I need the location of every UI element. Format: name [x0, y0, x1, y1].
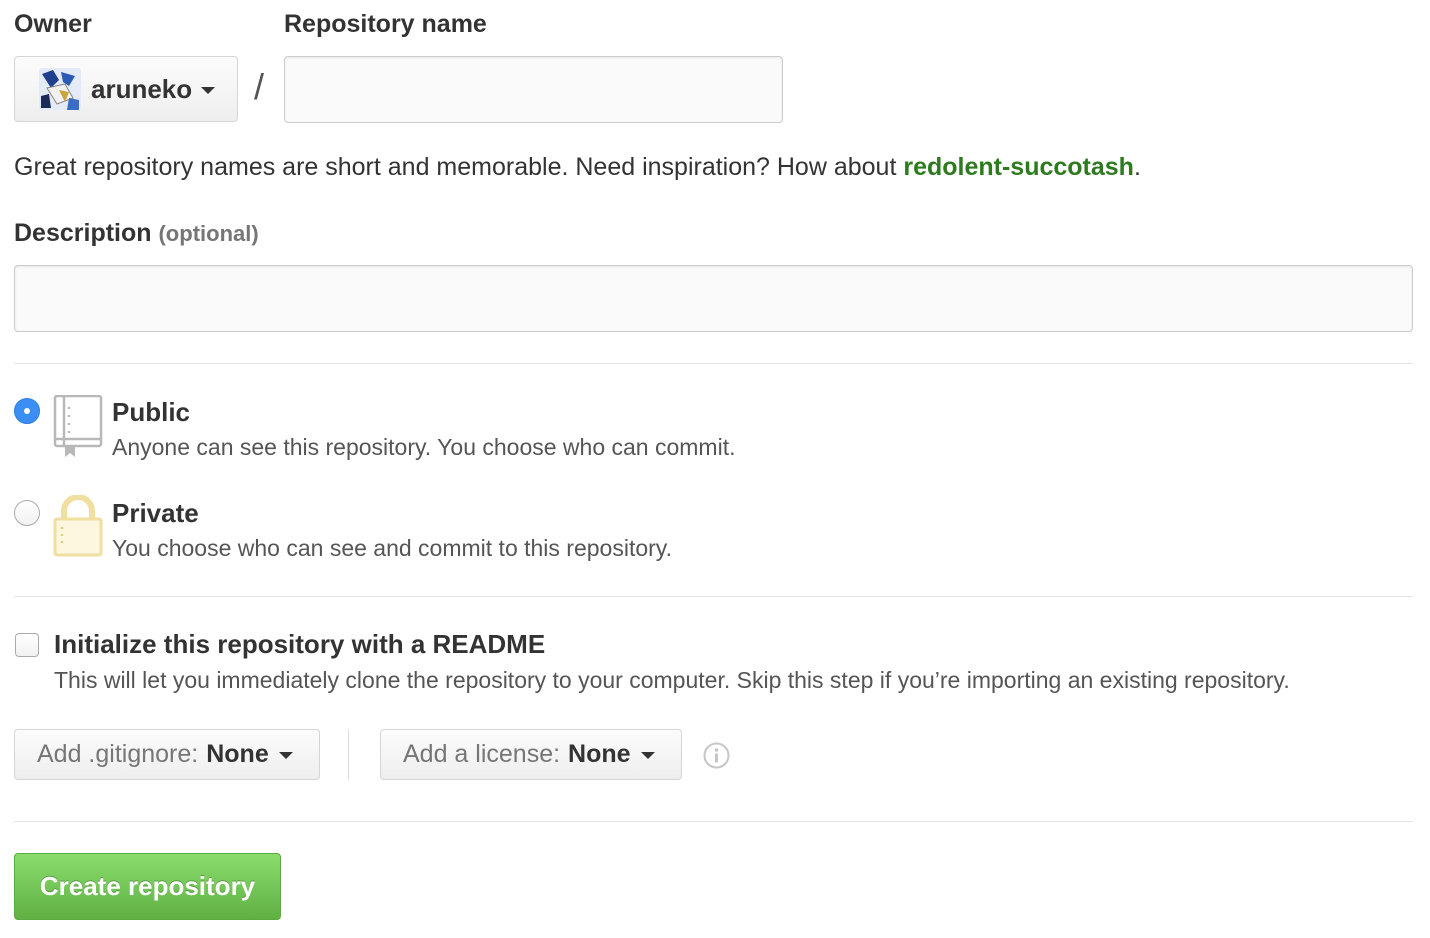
gitignore-label: Add .gitignore: [37, 740, 199, 768]
description-label: Description [14, 219, 152, 247]
hint-suffix: . [1133, 153, 1141, 181]
repository-name-input[interactable] [284, 56, 783, 123]
select-separator [348, 729, 349, 780]
repo-book-icon [53, 394, 103, 464]
hint-text: Great repository names are short and mem… [14, 153, 904, 181]
owner-repo-separator: / [254, 66, 265, 107]
owner-select-button[interactable]: aruneko [14, 56, 238, 122]
readme-checkbox[interactable] [15, 633, 39, 657]
public-radio[interactable] [14, 398, 40, 424]
private-radio[interactable] [14, 500, 40, 526]
divider [14, 821, 1413, 822]
repository-name-label: Repository name [284, 10, 487, 38]
description-label-group: Description (optional) [14, 217, 259, 250]
license-select-button[interactable]: Add a license: None [380, 729, 682, 780]
divider [14, 596, 1413, 597]
private-title: Private [112, 498, 199, 528]
license-value: None [568, 740, 631, 768]
readme-title: Initialize this repository with a README [54, 629, 546, 659]
lock-icon [53, 494, 103, 562]
readme-description: This will let you immediately clone the … [54, 667, 1290, 693]
license-label: Add a license: [403, 740, 561, 768]
owner-label: Owner [14, 10, 92, 38]
chevron-down-icon [278, 752, 293, 759]
public-title: Public [112, 397, 191, 427]
private-description: You choose who can see and commit to thi… [112, 535, 672, 561]
optional-label: (optional) [158, 221, 259, 246]
create-repository-button[interactable]: Create repository [14, 853, 281, 920]
suggested-name-link[interactable]: redolent-succotash [903, 153, 1134, 181]
chevron-down-icon [201, 87, 216, 94]
gitignore-value: None [206, 740, 269, 768]
owner-name: aruneko [91, 73, 193, 104]
info-icon[interactable] [703, 742, 730, 769]
divider [14, 363, 1413, 364]
chevron-down-icon [640, 752, 655, 759]
public-description: Anyone can see this repository. You choo… [112, 434, 736, 460]
description-input[interactable] [14, 265, 1413, 332]
radio-dot [24, 408, 30, 414]
avatar [39, 68, 81, 110]
repository-name-hint: Great repository names are short and mem… [14, 150, 1141, 184]
gitignore-select-button[interactable]: Add .gitignore: None [14, 729, 320, 780]
